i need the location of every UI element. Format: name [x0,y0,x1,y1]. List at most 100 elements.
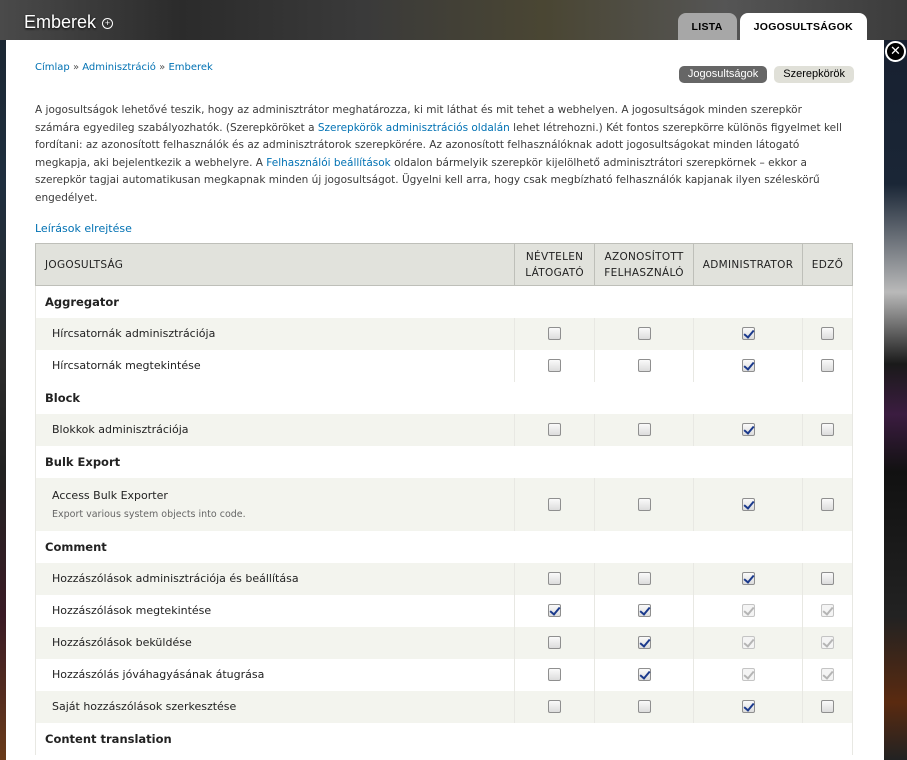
checkbox-cell [514,626,596,659]
permission-label: Access Bulk Exporter [52,488,168,502]
permission-name-cell: Hozzászólások beküldése [34,626,516,659]
checkbox-edzo[interactable] [821,700,834,714]
table-row: Saját hozzászólások szerkesztése [34,690,853,723]
checkbox-cell [693,562,803,595]
checkbox-anonymous[interactable] [548,668,562,682]
table-header-row: JOGOSULTSÁG NÉVTELEN LÁTOGATÓ AZONOSÍTOT… [34,243,853,286]
checkbox-administrator[interactable] [741,700,755,714]
checkbox-cell [802,626,853,659]
checkbox-authenticated[interactable] [637,497,651,511]
permissions-table: JOGOSULTSÁG NÉVTELEN LÁTOGATÓ AZONOSÍTOT… [34,243,853,755]
checkbox-cell [693,413,803,446]
table-row: Hozzászólások megtekintése [34,594,853,627]
permission-label: Hírcsatornák megtekintése [52,359,201,372]
breadcrumb-separator: » [72,62,80,73]
checkbox-authenticated[interactable] [637,604,651,618]
checkbox-cell [514,562,596,595]
header-permission: JOGOSULTSÁG [34,243,516,286]
checkbox-administrator[interactable] [741,423,755,437]
checkbox-cell [594,562,695,595]
checkbox-authenticated[interactable] [637,668,651,682]
table-row: Hozzászólások beküldése [34,626,853,659]
tab-roles[interactable]: Szerepkörök [774,66,854,83]
permission-name-cell: Blokkok adminisztrációja [34,413,516,446]
permission-label: Saját hozzászólások szerkesztése [52,700,237,713]
tab-permissions[interactable]: Jogosultságok [678,66,768,83]
checkbox-edzo[interactable] [821,497,834,511]
checkbox-cell [594,594,695,627]
table-row: Hírcsatornák megtekintése [34,349,853,382]
checkbox-anonymous[interactable] [548,700,562,714]
checkbox-cell [514,594,596,627]
checkbox-cell [514,658,596,691]
close-icon[interactable]: ✕ [885,41,906,62]
checkbox-cell [514,413,596,446]
primary-tabs: LISTA JOGOSULTSÁGOK [677,13,867,41]
breadcrumb-people-link[interactable]: Emberek [168,62,212,73]
checkbox-anonymous[interactable] [548,423,562,437]
checkbox-cell [802,562,853,595]
header-edzo: EDZŐ [802,243,853,286]
secondary-tabs: Jogosultságok Szerepkörök [678,66,854,83]
checkbox-authenticated[interactable] [637,359,651,373]
checkbox-cell [693,349,803,382]
page-title-text: Emberek [24,12,97,32]
checkbox-authenticated[interactable] [637,636,651,650]
module-name: Block [35,381,853,414]
module-row: Comment [35,530,853,563]
checkbox-anonymous[interactable] [548,497,562,511]
checkbox-anonymous[interactable] [548,636,562,650]
permission-name-cell: Hozzászólás jóváhagyásának átugrása [34,658,516,691]
checkbox-anonymous[interactable] [548,604,562,618]
checkbox-administrator[interactable] [741,572,755,586]
checkbox-edzo[interactable] [821,423,834,437]
checkbox-cell [514,349,596,382]
add-shortcut-icon[interactable]: + [102,17,114,29]
checkbox-authenticated[interactable] [637,327,651,341]
checkbox-edzo[interactable] [821,572,834,586]
checkbox-cell [594,413,695,446]
permission-label: Blokkok adminisztrációja [52,423,189,436]
checkbox-administrator[interactable] [741,327,755,341]
checkbox-cell [514,477,596,531]
checkbox-cell [594,626,695,659]
checkbox-authenticated[interactable] [637,700,651,714]
checkbox-edzo[interactable] [821,359,834,373]
user-settings-link[interactable]: Felhasználói beállítások [266,157,390,169]
tab-jogosultsagok[interactable]: JOGOSULTSÁGOK [739,13,867,41]
checkbox-administrator[interactable] [741,359,755,373]
permission-description: Export various system objects into code. [52,508,246,520]
header-anonymous: NÉVTELEN LÁTOGATÓ [514,243,596,286]
checkbox-cell [594,349,695,382]
checkbox-cell [802,317,853,350]
roles-admin-link[interactable]: Szerepkörök adminisztrációs oldalán [318,122,510,134]
checkbox-cell [693,658,803,691]
module-row: Aggregator [35,285,853,318]
checkbox-administrator [741,604,755,618]
hide-descriptions-link[interactable]: Leírások elrejtése [35,222,132,235]
permission-label: Hozzászólás jóváhagyásának átugrása [52,668,265,681]
checkbox-edzo[interactable] [821,327,834,341]
header-authenticated: AZONOSÍTOTT FELHASZNÁLÓ [594,243,695,286]
checkbox-cell [594,658,695,691]
checkbox-authenticated[interactable] [637,572,651,586]
checkbox-cell [802,349,853,382]
checkbox-cell [802,477,853,531]
help-description: A jogosultságok lehetővé teszik, hogy az… [35,102,847,208]
overlay-panel: Címlap » Adminisztráció » Emberek Jogosu… [6,40,884,760]
checkbox-authenticated[interactable] [637,423,651,437]
permission-label: Hozzászólások beküldése [52,636,192,649]
checkbox-anonymous[interactable] [548,572,562,586]
permission-name-cell: Hírcsatornák adminisztrációja [34,317,516,350]
breadcrumb-home-link[interactable]: Címlap [35,62,70,73]
permission-name-cell: Access Bulk Exporter Export various syste… [34,477,516,531]
checkbox-administrator[interactable] [741,497,755,511]
table-row: Hozzászólás jóváhagyásának átugrása [34,658,853,691]
tab-lista[interactable]: LISTA [677,13,737,41]
checkbox-anonymous[interactable] [548,359,562,373]
checkbox-edzo [821,668,834,682]
breadcrumb-admin-link[interactable]: Adminisztráció [82,62,156,73]
checkbox-cell [514,690,596,723]
checkbox-anonymous[interactable] [548,327,562,341]
page-title: Emberek + [24,12,114,33]
